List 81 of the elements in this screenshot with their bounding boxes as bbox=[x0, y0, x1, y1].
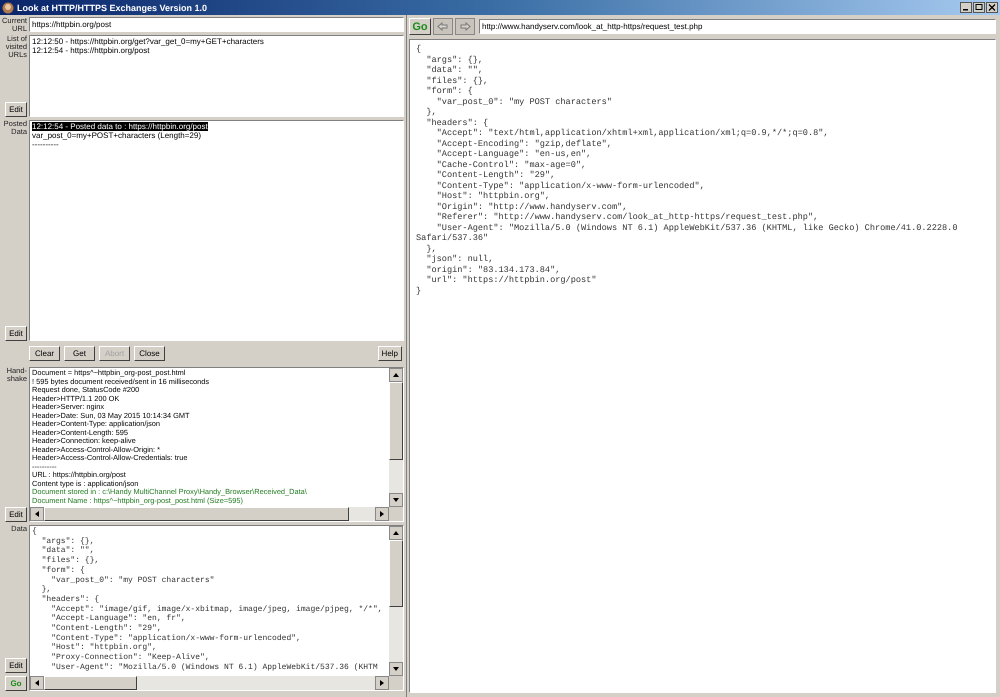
close-button[interactable] bbox=[986, 2, 998, 13]
edit-button[interactable]: Edit bbox=[5, 102, 27, 117]
edit-button[interactable]: Edit bbox=[5, 507, 27, 522]
code-line: "json": null, bbox=[425, 254, 494, 264]
data-text[interactable] bbox=[30, 526, 389, 676]
text-line[interactable]: ---------- bbox=[32, 140, 401, 149]
url-field[interactable]: https://httpbin.org/post bbox=[29, 17, 404, 32]
code-line: "User-Agent": "Mozilla/5.0 (Windows NT 6.1) AppleWebKit/537.36 (KHTML, like Gecko) Chrome/41.0.2228.0 bbox=[436, 222, 958, 233]
back-button[interactable] bbox=[433, 18, 453, 35]
scroll-thumb[interactable] bbox=[389, 540, 403, 608]
code-line: "Content-Length": "29", bbox=[436, 170, 556, 180]
list-item[interactable]: 12:12:54 - https://httpbin.org/post bbox=[32, 46, 401, 55]
code-line: "Cache-Control": "max-age=0", bbox=[436, 160, 588, 170]
code-line: "Host": "httpbin.org", bbox=[436, 191, 552, 202]
edit-button[interactable]: Edit bbox=[5, 326, 27, 341]
scroll-left-button[interactable] bbox=[30, 676, 44, 690]
scroll-down-button[interactable] bbox=[389, 662, 403, 676]
url-list[interactable]: 12:12:50 - https://httpbin.org/get?var_get_0=my+GET+characters 12:12:54 - https://httpbin.org/post bbox=[29, 35, 404, 117]
scroll-right-button[interactable] bbox=[375, 676, 389, 690]
code-line: "files": {}, bbox=[425, 76, 490, 86]
code-line: "var_post_0": "my POST characters" bbox=[50, 576, 216, 586]
code-line: "form": { bbox=[40, 566, 86, 576]
forward-button[interactable] bbox=[455, 18, 475, 35]
action-button[interactable]: Get bbox=[64, 346, 95, 361]
code-line: "Content-Type": "application/x-www-form-urlencoded", bbox=[50, 634, 302, 643]
code-line: "Referer": "http://www.handyserv.com/look_at_http-https/request_test.php", bbox=[436, 212, 820, 222]
scroll-right-button[interactable] bbox=[375, 507, 389, 521]
help-button[interactable]: Help bbox=[378, 346, 402, 361]
code-line: "headers": { bbox=[40, 594, 100, 605]
code-line: "headers": { bbox=[425, 118, 490, 128]
code-line: "Content-Type": "application/x-www-form-urlencoded", bbox=[436, 180, 706, 191]
code-line: { bbox=[416, 44, 422, 54]
scroll-thumb[interactable] bbox=[44, 676, 137, 690]
handshake-log[interactable] bbox=[30, 368, 389, 507]
vertical-scrollbar[interactable] bbox=[389, 526, 403, 676]
horizontal-scrollbar[interactable] bbox=[30, 507, 389, 521]
scroll-up-button[interactable] bbox=[389, 368, 403, 382]
maximize-button[interactable] bbox=[973, 2, 985, 13]
code-line: "User-Agent": "Mozilla/5.0 (Windows NT 6.1) AppleWebKit/537.36 (KHTM bbox=[50, 662, 379, 673]
code-line: "Content-Length": "29", bbox=[50, 624, 163, 634]
list-item[interactable]: 12:12:50 - https://httpbin.org/get?var_get_0=my+GET+characters bbox=[32, 37, 401, 46]
edit-button[interactable]: Edit bbox=[5, 658, 27, 673]
horizontal-scrollbar[interactable] bbox=[30, 676, 389, 690]
code-line: } bbox=[416, 286, 422, 296]
code-line: "Proxy-Connection": "Keep-Alive", bbox=[50, 653, 211, 663]
code-line: "Host": "httpbin.org", bbox=[50, 643, 158, 653]
address-field[interactable]: http://www.handyserv.com/look_at_http-https/request_test.php bbox=[479, 19, 996, 34]
scroll-thumb[interactable] bbox=[44, 507, 349, 521]
code-line: "data": "", bbox=[40, 546, 96, 556]
code-line: "url": "https://httpbin.org/post" bbox=[425, 275, 598, 286]
scroll-thumb[interactable] bbox=[389, 382, 403, 460]
code-line: "var_post_0": "my POST characters" bbox=[436, 96, 613, 107]
action-button[interactable]: Close bbox=[134, 346, 165, 361]
code-line: "Origin": "http://www.handyserv.com", bbox=[436, 202, 628, 212]
text-line[interactable]: var_post_0=my+POST+characters (Length=29) bbox=[32, 131, 401, 140]
code-line: "origin": "83.134.173.84", bbox=[425, 264, 562, 275]
code-line: }, bbox=[40, 585, 52, 595]
posted-data-box[interactable]: 12:12:54 - Posted data to : https://httpbin.org/post var_post_0=my+POST+characters (Length=29) ---------- bbox=[29, 120, 404, 341]
minimize-button[interactable] bbox=[960, 2, 972, 13]
code-line: "form": { bbox=[425, 86, 474, 96]
window-title: Look at HTTP/HTTPS Exchanges Version 1.0 bbox=[17, 2, 208, 12]
text-line[interactable]: 12:12:54 - Posted data to : https://httpbin.org/post bbox=[32, 122, 401, 131]
code-line: "data": "", bbox=[425, 65, 484, 76]
code-line: "args": {}, bbox=[425, 54, 484, 65]
code-line: "Accept-Encoding": "gzip,deflate", bbox=[436, 138, 613, 149]
app-icon bbox=[2, 2, 14, 14]
vertical-scrollbar[interactable] bbox=[389, 368, 403, 507]
scroll-down-button[interactable] bbox=[389, 493, 403, 507]
code-line: "Accept-Language": "en-us,en", bbox=[436, 149, 592, 160]
code-line: { bbox=[32, 527, 38, 537]
scroll-left-button[interactable] bbox=[30, 507, 44, 521]
code-line: "Accept-Language": "en, fr", bbox=[50, 614, 187, 624]
code-line: "Accept": "image/gif, image/x-xbitmap, image/jpeg, image/pjpeg, */*", bbox=[50, 604, 384, 614]
code-line: "Accept": "text/html,application/xhtml+xml,application/xml;q=0.9,*/*;q=0.8", bbox=[436, 128, 830, 138]
scroll-up-button[interactable] bbox=[389, 526, 403, 540]
code-line: }, bbox=[425, 107, 438, 118]
code-line: "args": {}, bbox=[40, 536, 96, 546]
code-line: }, bbox=[425, 244, 438, 254]
action-button[interactable]: Clear bbox=[29, 346, 60, 361]
code-line: Safari/537.36" bbox=[416, 233, 490, 244]
code-line: "files": {}, bbox=[40, 556, 100, 566]
